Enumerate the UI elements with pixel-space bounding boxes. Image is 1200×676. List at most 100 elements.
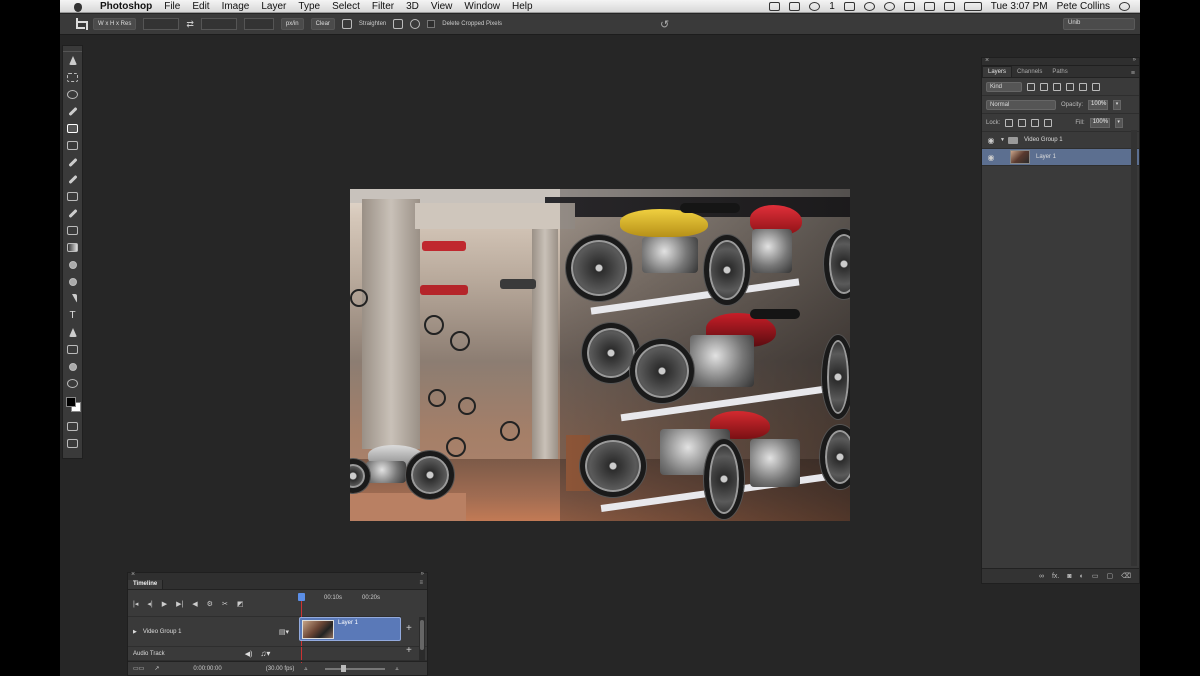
brush-tool[interactable] <box>63 171 82 188</box>
layer-row-layer1[interactable]: ◉ Layer 1 <box>982 149 1139 166</box>
layer-row-group[interactable]: ◉ ▼ Video Group 1 <box>982 132 1139 149</box>
filter-shape-icon[interactable] <box>1066 82 1074 91</box>
quick-mask-button[interactable] <box>63 418 82 435</box>
units-dropdown[interactable]: px/in <box>280 18 304 30</box>
ratio-preset-dropdown[interactable]: W x H x Res <box>93 18 137 30</box>
filter-type-icon[interactable] <box>1053 82 1061 91</box>
filter-kind-dropdown[interactable]: Kind <box>986 81 1022 92</box>
layer-style-button[interactable]: fx. <box>1052 573 1059 580</box>
mute-icon[interactable]: ◀) <box>245 650 253 658</box>
menubar-user[interactable]: Pete Collins <box>1057 1 1110 12</box>
zoom-in-icon[interactable]: ▵ <box>395 665 398 672</box>
lock-position-icon[interactable] <box>1031 118 1040 127</box>
settings-gear-icon[interactable]: ⚙ <box>207 600 213 608</box>
eyedropper-tool[interactable] <box>63 154 82 171</box>
creative-cloud-icon[interactable] <box>809 1 821 11</box>
menu-image[interactable]: Image <box>216 1 256 12</box>
close-icon[interactable]: × <box>131 571 135 578</box>
filter-toggle-icon[interactable] <box>1092 82 1100 91</box>
add-to-track-icon[interactable]: + <box>406 623 412 634</box>
menu-3d[interactable]: 3D <box>400 1 425 12</box>
menu-view[interactable]: View <box>425 1 459 12</box>
convert-icon[interactable]: ↗ <box>154 665 159 672</box>
dodge-tool[interactable] <box>63 273 82 290</box>
camera-icon[interactable] <box>769 1 781 11</box>
flag-icon[interactable] <box>943 1 955 11</box>
tab-layers[interactable]: Layers <box>982 66 1013 77</box>
opacity-arrow[interactable]: ▾ <box>1113 99 1122 110</box>
type-tool[interactable]: T <box>63 307 82 324</box>
apple-icon[interactable] <box>72 1 84 12</box>
visibility-eye-icon[interactable]: ◉ <box>982 136 1000 145</box>
wifi-icon[interactable] <box>903 1 915 11</box>
shape-tool[interactable] <box>63 341 82 358</box>
lock-all-icon[interactable] <box>1044 118 1053 127</box>
quick-selection-tool[interactable] <box>63 103 82 120</box>
fill-value[interactable]: 100% <box>1089 117 1110 128</box>
menu-help[interactable]: Help <box>506 1 539 12</box>
music-note-icon[interactable]: ♫▾ <box>260 649 270 658</box>
add-audio-icon[interactable]: + <box>406 645 412 656</box>
mute-audio-icon[interactable]: ◀ <box>192 600 197 608</box>
visibility-eye-icon[interactable]: ◉ <box>982 153 1000 162</box>
close-icon[interactable]: × <box>985 57 989 64</box>
transition-icon[interactable]: ◩ <box>237 600 244 608</box>
timeline-scrollbar[interactable] <box>419 617 425 661</box>
volume-icon[interactable] <box>923 1 935 11</box>
battery-icon[interactable] <box>963 1 982 11</box>
time-ruler[interactable]: 00:10s 00:20s <box>296 591 401 617</box>
straighten-icon[interactable] <box>341 19 352 29</box>
filter-adjustment-icon[interactable] <box>1040 82 1048 91</box>
fill-arrow[interactable]: ▾ <box>1114 117 1123 128</box>
blur-tool[interactable] <box>63 256 82 273</box>
split-scissors-icon[interactable]: ✂ <box>222 600 228 608</box>
screen-mode-button[interactable] <box>63 435 82 452</box>
zoom-tool[interactable] <box>63 375 82 392</box>
pen-tool[interactable] <box>63 290 82 307</box>
bluetooth-icon[interactable] <box>883 1 895 11</box>
opacity-value[interactable]: 100% <box>1088 99 1109 110</box>
eraser-tool[interactable] <box>63 222 82 239</box>
delete-cropped-checkbox[interactable] <box>427 20 436 28</box>
play-icon[interactable]: ▶ <box>162 600 167 608</box>
menu-layer[interactable]: Layer <box>255 1 292 12</box>
width-field[interactable] <box>143 18 180 30</box>
spotlight-search-icon[interactable] <box>1119 1 1130 11</box>
layer-group-name[interactable]: Video Group 1 <box>1024 137 1063 143</box>
workspace-dropdown[interactable]: Unib <box>1063 18 1135 30</box>
adjustment-layer-icon[interactable]: ◐ <box>1080 573 1084 580</box>
collapse-icon[interactable]: » <box>421 571 424 577</box>
menu-type[interactable]: Type <box>292 1 326 12</box>
crop-tool[interactable] <box>63 120 82 137</box>
collapse-icon[interactable]: » <box>1133 57 1136 63</box>
zoom-out-icon[interactable]: ▵ <box>304 665 307 672</box>
color-swatches[interactable] <box>63 392 82 418</box>
add-media-icon[interactable]: ▤▾ <box>279 628 289 636</box>
lock-pixels-icon[interactable] <box>1018 118 1027 127</box>
document-canvas[interactable] <box>350 189 850 521</box>
menu-select[interactable]: Select <box>326 1 366 12</box>
menu-file[interactable]: File <box>158 1 186 12</box>
ruler-tool[interactable] <box>63 137 82 154</box>
clipboard-icon[interactable] <box>789 1 801 11</box>
playhead[interactable] <box>298 593 305 601</box>
next-frame-icon[interactable]: ▶| <box>176 600 183 608</box>
history-brush-tool[interactable] <box>63 205 82 222</box>
swap-icon[interactable]: ⇄ <box>186 19 194 30</box>
blend-mode-dropdown[interactable]: Normal <box>986 99 1056 110</box>
time-machine-icon[interactable] <box>863 1 875 11</box>
delete-layer-icon[interactable]: ⌫ <box>1121 572 1131 580</box>
gear-icon[interactable] <box>410 19 421 29</box>
panel-menu-icon[interactable]: ≡ <box>1131 70 1135 77</box>
filter-pixel-icon[interactable] <box>1027 82 1035 91</box>
resolution-field[interactable] <box>243 18 274 30</box>
menu-filter[interactable]: Filter <box>366 1 400 12</box>
lasso-tool[interactable] <box>63 86 82 103</box>
tab-channels[interactable]: Channels <box>1012 67 1047 77</box>
panel-menu-icon[interactable]: ≡ <box>419 580 423 589</box>
path-selection-tool[interactable] <box>63 324 82 341</box>
layer-name[interactable]: Layer 1 <box>1036 154 1056 160</box>
hand-tool[interactable] <box>63 358 82 375</box>
crop-tool-icon[interactable] <box>74 18 88 30</box>
expand-triangle-icon[interactable]: ▶ <box>133 629 137 635</box>
